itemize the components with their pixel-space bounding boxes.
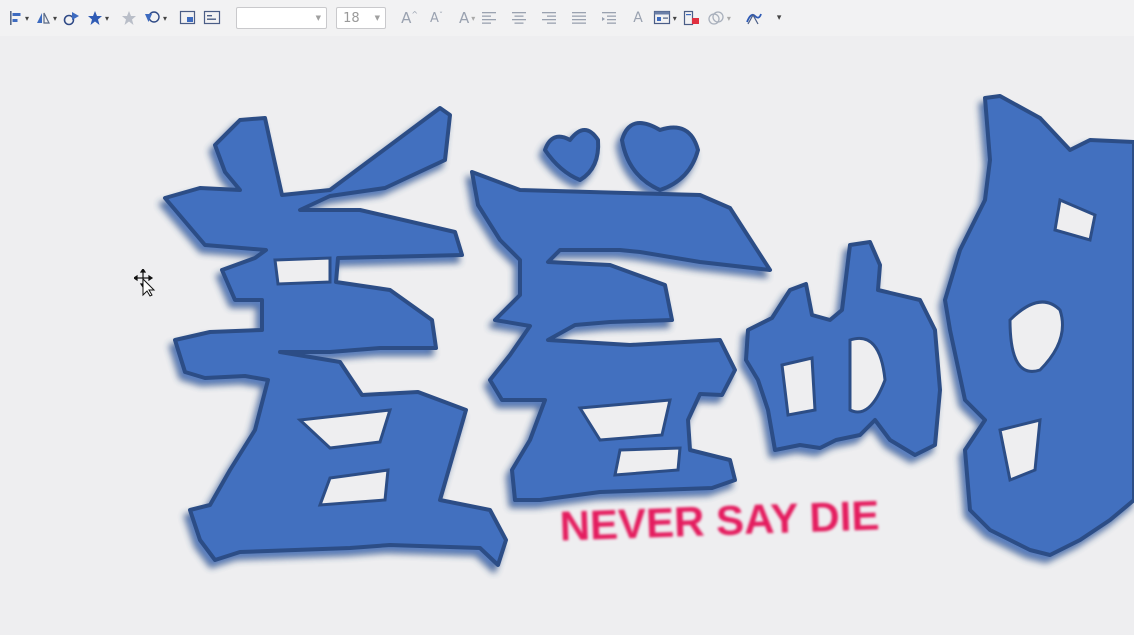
font-size-value: 18 — [343, 10, 360, 26]
flip-button[interactable]: ▾ — [32, 6, 60, 30]
align-left-button[interactable] — [478, 6, 500, 30]
align-center-button[interactable] — [508, 6, 530, 30]
chevron-down-icon: ▾ — [726, 13, 731, 23]
align-objects-button[interactable]: ▾ — [6, 6, 32, 30]
document-canvas[interactable]: NEVER SAY DIE — [0, 36, 1134, 635]
chevron-down-icon: ▾ — [163, 13, 168, 23]
text-direction-button[interactable] — [598, 6, 620, 30]
glyph-xiu-2 — [470, 120, 772, 502]
character-icon: A — [633, 10, 643, 26]
stars-button[interactable]: ▾ — [84, 6, 112, 30]
justify-button[interactable] — [568, 6, 590, 30]
chevron-down-icon: ▾ — [25, 13, 30, 23]
grow-font-icon: A — [401, 9, 412, 27]
chevron-down-icon: ▾ — [471, 13, 476, 23]
shapes-icon — [145, 11, 160, 23]
chevron-down-icon: ▼ — [374, 14, 381, 22]
shrink-font-button[interactable]: Aˇ — [427, 6, 446, 30]
move-cursor-icon — [134, 269, 156, 297]
glyph-tie — [943, 94, 1134, 557]
shape-effects-button[interactable]: ▾ — [704, 6, 734, 30]
glyph-xiu-1 — [163, 106, 508, 567]
toolbar-overflow-button[interactable]: ▾ — [774, 6, 785, 30]
wrap-icon — [683, 10, 699, 26]
font-color-icon: A — [458, 9, 470, 27]
align-center-icon — [512, 12, 527, 24]
star-outline-icon — [122, 11, 137, 25]
3d-select-icon — [63, 12, 80, 26]
align-right-icon — [542, 12, 557, 24]
overflow-icon: ▾ — [776, 13, 782, 23]
toolbar: ▾ ▾ ▾ ▾ ▼ 18 ▼ A ^ A ˇ A ▾ A ▾ ▾ ▾ — [0, 0, 1134, 36]
align-left-icon — [482, 12, 497, 24]
toggle-3d-button[interactable] — [60, 6, 84, 30]
title-artwork[interactable]: NEVER SAY DIE — [0, 36, 1134, 635]
properties-icon — [653, 10, 670, 25]
align-right-button[interactable] — [538, 6, 560, 30]
wrap-button[interactable] — [680, 6, 704, 30]
text-box-button[interactable] — [200, 6, 224, 30]
shrink-font-icon: A — [430, 10, 439, 26]
flip-icon — [37, 12, 50, 24]
fontwork-button[interactable] — [742, 6, 766, 30]
textbox-icon — [203, 10, 221, 25]
frame-icon — [179, 10, 196, 25]
grow-font-button[interactable]: A ^ — [398, 6, 421, 30]
chevron-down-icon: ▾ — [53, 13, 58, 23]
font-color-button[interactable]: A ▾ — [456, 6, 478, 30]
text-direction-icon — [602, 12, 617, 24]
chevron-down-icon: ▼ — [315, 14, 322, 22]
star-points-button[interactable] — [118, 6, 140, 30]
shapes-button[interactable]: ▾ — [140, 6, 170, 30]
align-objects-icon — [10, 11, 21, 25]
justify-icon — [572, 12, 587, 24]
character-button[interactable]: A — [630, 6, 646, 30]
subtitle-text: NEVER SAY DIE — [559, 491, 880, 549]
font-name-combo[interactable]: ▼ — [236, 7, 328, 29]
chevron-down-icon: ▾ — [672, 13, 677, 23]
font-size-combo[interactable]: 18 ▼ — [336, 7, 387, 29]
chevron-down-icon: ▾ — [105, 13, 110, 23]
star-icon — [88, 11, 103, 25]
fontwork-icon — [745, 13, 762, 25]
insert-frame-button[interactable] — [176, 6, 200, 30]
object-properties-button[interactable]: ▾ — [650, 6, 680, 30]
circles-icon — [708, 11, 724, 25]
